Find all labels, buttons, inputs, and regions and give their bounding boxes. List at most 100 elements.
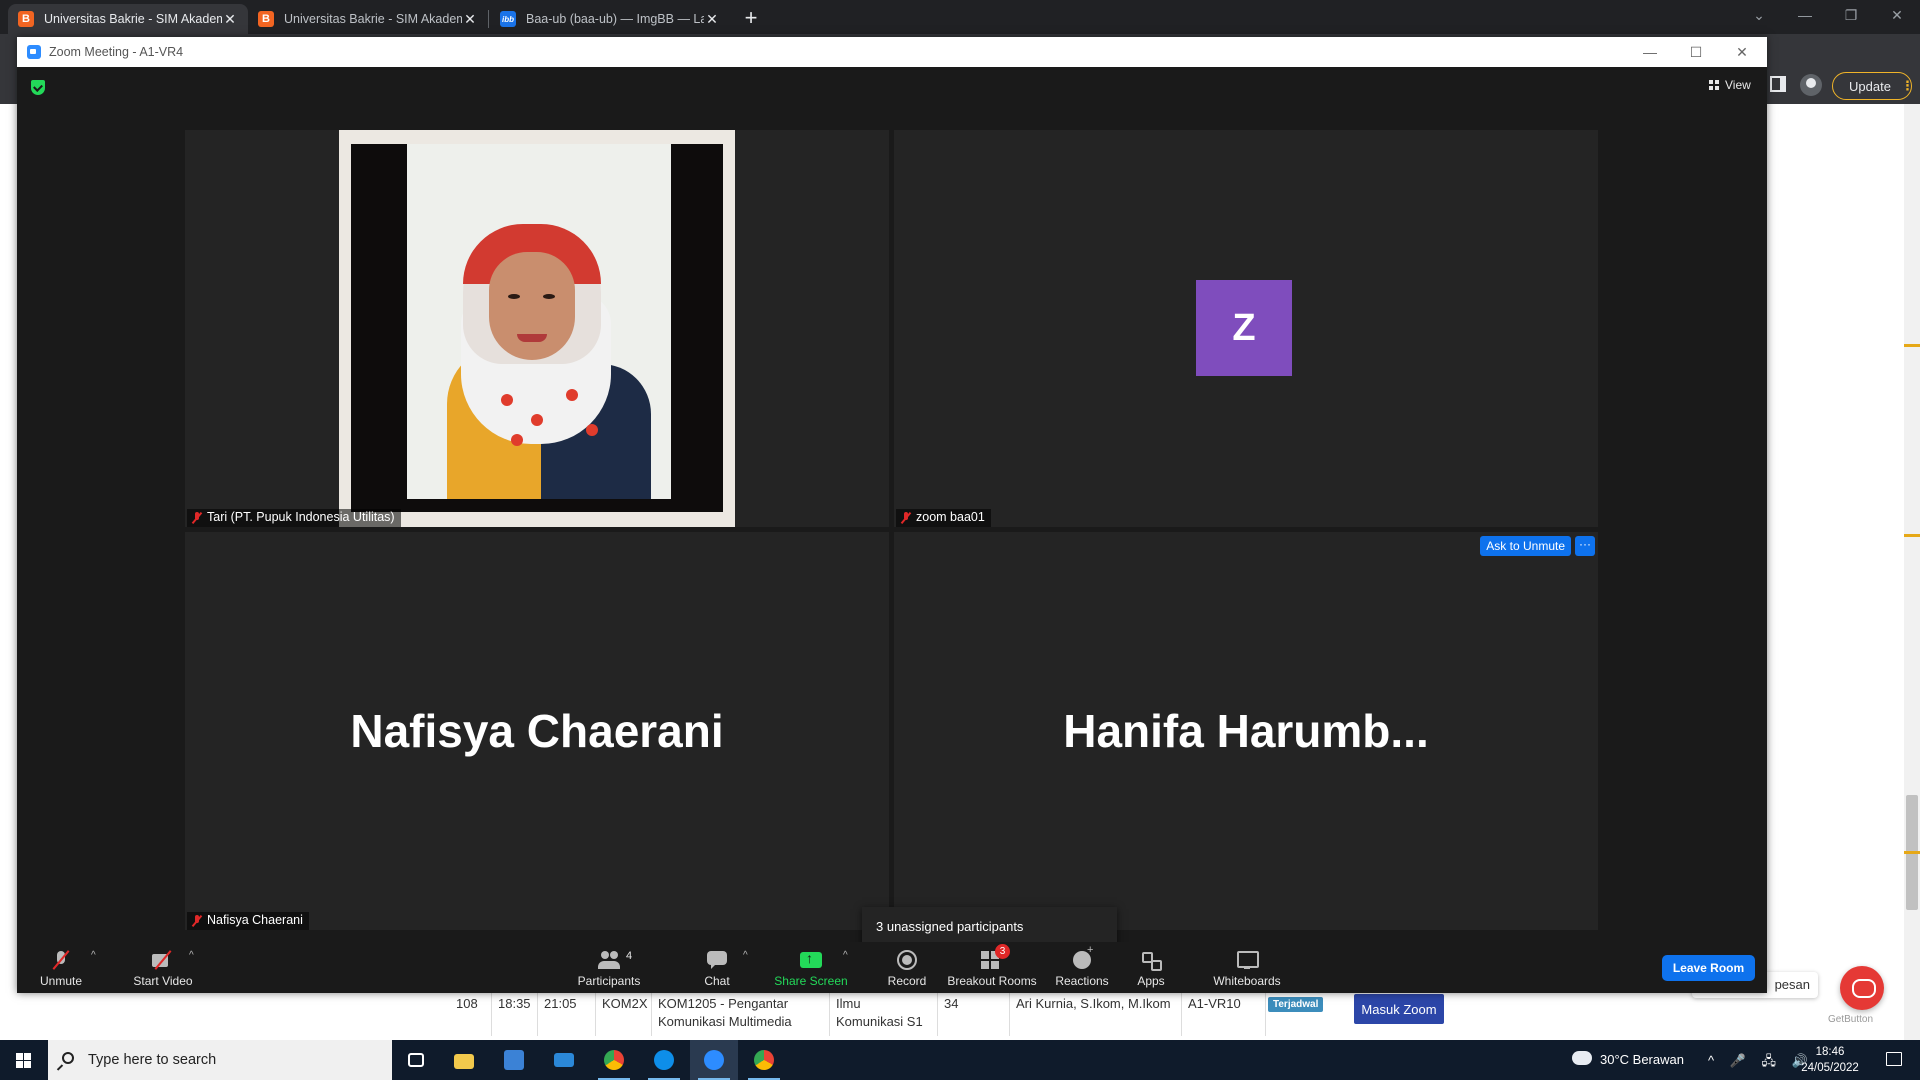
grid-icon <box>1709 80 1719 90</box>
video-shape <box>511 434 523 446</box>
restore-button[interactable]: ❐ <box>1828 0 1874 30</box>
chrome-profile-icon[interactable] <box>740 1040 788 1080</box>
chrome-icon[interactable] <box>590 1040 638 1080</box>
tab-divider <box>488 10 489 28</box>
shield-icon[interactable] <box>31 80 45 95</box>
join-zoom-button[interactable]: Masuk Zoom <box>1354 994 1444 1024</box>
browser-tab-2[interactable]: B Universitas Bakrie - SIM Akademik ✕ <box>248 4 488 34</box>
weather-cloudy-icon[interactable] <box>1572 1046 1592 1065</box>
breakout-rooms-icon: 3 <box>981 944 1010 970</box>
video-shape <box>543 294 555 299</box>
side-panel-icon[interactable] <box>1770 76 1786 92</box>
muted-mic-icon <box>192 512 202 524</box>
task-view-glyph <box>408 1053 424 1067</box>
zoom-minimize-button[interactable]: — <box>1627 37 1673 67</box>
view-button[interactable]: View <box>1709 78 1751 92</box>
search-placeholder: Type here to search <box>88 1052 217 1068</box>
apps-button[interactable]: Apps <box>1127 942 1175 993</box>
whiteboards-button[interactable]: Whiteboards <box>1207 942 1287 993</box>
participant-name: Nafisya Chaerani <box>207 913 303 927</box>
file-explorer-icon[interactable] <box>440 1040 488 1080</box>
microsoft-store-icon[interactable] <box>490 1040 538 1080</box>
participants-button[interactable]: 4 Participants <box>569 942 649 993</box>
profile-icon[interactable] <box>1800 74 1822 96</box>
scroll-marker <box>1904 534 1920 537</box>
close-window-button[interactable]: ✕ <box>1874 0 1920 30</box>
meeting-stage: View Tari (PT. Pupuk Indonesia Utilitas)… <box>17 67 1767 955</box>
unmute-label: Unmute <box>39 974 83 988</box>
zoom-window-title: Zoom Meeting - A1-VR4 <box>49 45 184 59</box>
unmute-button[interactable]: Unmute <box>37 942 85 993</box>
zoom-toolbar: Unmute ^ Start Video ^ 4 Participants Ch… <box>17 942 1767 993</box>
zoom-maximize-button[interactable]: ☐ <box>1673 37 1719 67</box>
browser-tab-bar: B Universitas Bakrie - SIM Akademik ✕ B … <box>0 0 1920 34</box>
participant-name: zoom baa01 <box>916 510 985 524</box>
video-off-icon <box>152 950 174 970</box>
zoom-title-bar: Zoom Meeting - A1-VR4 — ☐ ✕ <box>17 37 1767 67</box>
teamviewer-icon[interactable] <box>640 1040 688 1080</box>
browser-tab-3[interactable]: ibb Baa-ub (baa-ub) — ImgBB — Landing ✕ <box>490 4 730 34</box>
weather-text[interactable]: 30°C Berawan <box>1600 1052 1684 1067</box>
notification-icon[interactable] <box>1886 1052 1902 1066</box>
browser-tab-1[interactable]: B Universitas Bakrie - SIM Akademik ✕ <box>8 4 248 34</box>
cell-program: Ilmu Komunikasi S1 <box>830 990 938 1036</box>
zoom-close-button[interactable]: ✕ <box>1719 37 1765 67</box>
video-options-caret-icon[interactable]: ^ <box>189 950 194 961</box>
participant-name-label: Tari (PT. Pupuk Indonesia Utilitas) <box>187 509 401 527</box>
ask-to-unmute-button[interactable]: Ask to Unmute <box>1480 536 1571 556</box>
task-view-icon[interactable] <box>392 1040 440 1080</box>
taskbar-search-box[interactable]: Type here to search <box>48 1040 392 1080</box>
mail-icon[interactable] <box>540 1040 588 1080</box>
new-tab-button[interactable]: + <box>738 6 764 32</box>
video-tile-hanifa[interactable]: Hanifa Harumb... Ask to Unmute ··· <box>894 532 1598 930</box>
participant-name: Tari (PT. Pupuk Indonesia Utilitas) <box>207 510 395 524</box>
store-glyph <box>504 1050 524 1070</box>
bakrie-favicon-icon: B <box>18 11 34 27</box>
reactions-button[interactable]: Reactions <box>1050 942 1114 993</box>
share-options-caret-icon[interactable]: ^ <box>843 950 848 961</box>
video-shape <box>586 424 598 436</box>
tab-title: Universitas Bakrie - SIM Akademik <box>284 12 462 26</box>
chrome-glyph <box>754 1050 774 1070</box>
close-icon[interactable]: ✕ <box>222 11 238 28</box>
chevron-down-icon[interactable]: ⌄ <box>1736 0 1782 30</box>
mail-glyph <box>554 1053 574 1067</box>
teamviewer-glyph <box>654 1050 674 1070</box>
windows-start-icon[interactable] <box>0 1040 48 1080</box>
close-icon[interactable]: ✕ <box>704 11 720 28</box>
clock[interactable]: 18:46 24/05/2022 <box>1790 1044 1870 1076</box>
breakout-badge: 3 <box>995 944 1010 959</box>
leave-room-button[interactable]: Leave Room <box>1662 955 1755 981</box>
tile-more-options-button[interactable]: ··· <box>1575 536 1595 556</box>
breakout-rooms-button[interactable]: 3 Breakout Rooms <box>942 942 1042 993</box>
chat-options-caret-icon[interactable]: ^ <box>743 950 748 961</box>
whiteboard-icon <box>1236 950 1259 970</box>
chat-bubble-icon[interactable] <box>1840 966 1884 1010</box>
record-button[interactable]: Record <box>877 942 937 993</box>
video-tile-tari[interactable]: Tari (PT. Pupuk Indonesia Utilitas) <box>185 130 889 527</box>
video-tile-zoom-baa01[interactable]: Z zoom baa01 <box>894 130 1598 527</box>
clock-time: 18:46 <box>1815 1046 1845 1058</box>
tab-title: Baa-ub (baa-ub) — ImgBB — Landing <box>526 12 704 26</box>
video-shape <box>501 394 513 406</box>
more-menu-icon: ⋮ <box>1900 78 1914 93</box>
record-label: Record <box>887 974 927 988</box>
update-button[interactable]: Update ⋮ <box>1832 72 1914 100</box>
video-frame <box>351 144 723 512</box>
zoom-app-icon[interactable] <box>690 1040 738 1080</box>
video-shape <box>566 389 578 401</box>
chrome-glyph <box>604 1050 624 1070</box>
cell-class: KOM2X <box>596 990 652 1036</box>
participant-display-name: Hanifa Harumb... <box>1063 705 1429 757</box>
zoom-meeting-window: Zoom Meeting - A1-VR4 — ☐ ✕ View Tari (P… <box>17 37 1767 993</box>
chat-button[interactable]: Chat <box>697 942 737 993</box>
muted-mic-icon <box>901 512 911 524</box>
share-screen-button[interactable]: Share Screen <box>771 942 851 993</box>
zoom-glyph <box>704 1050 724 1070</box>
video-shape <box>508 294 520 299</box>
close-icon[interactable]: ✕ <box>462 11 478 28</box>
minimize-button[interactable]: — <box>1782 0 1828 30</box>
video-tile-nafisya[interactable]: Nafisya Chaerani Nafisya Chaerani <box>185 532 889 930</box>
audio-options-caret-icon[interactable]: ^ <box>91 950 96 961</box>
apps-label: Apps <box>1137 974 1165 988</box>
